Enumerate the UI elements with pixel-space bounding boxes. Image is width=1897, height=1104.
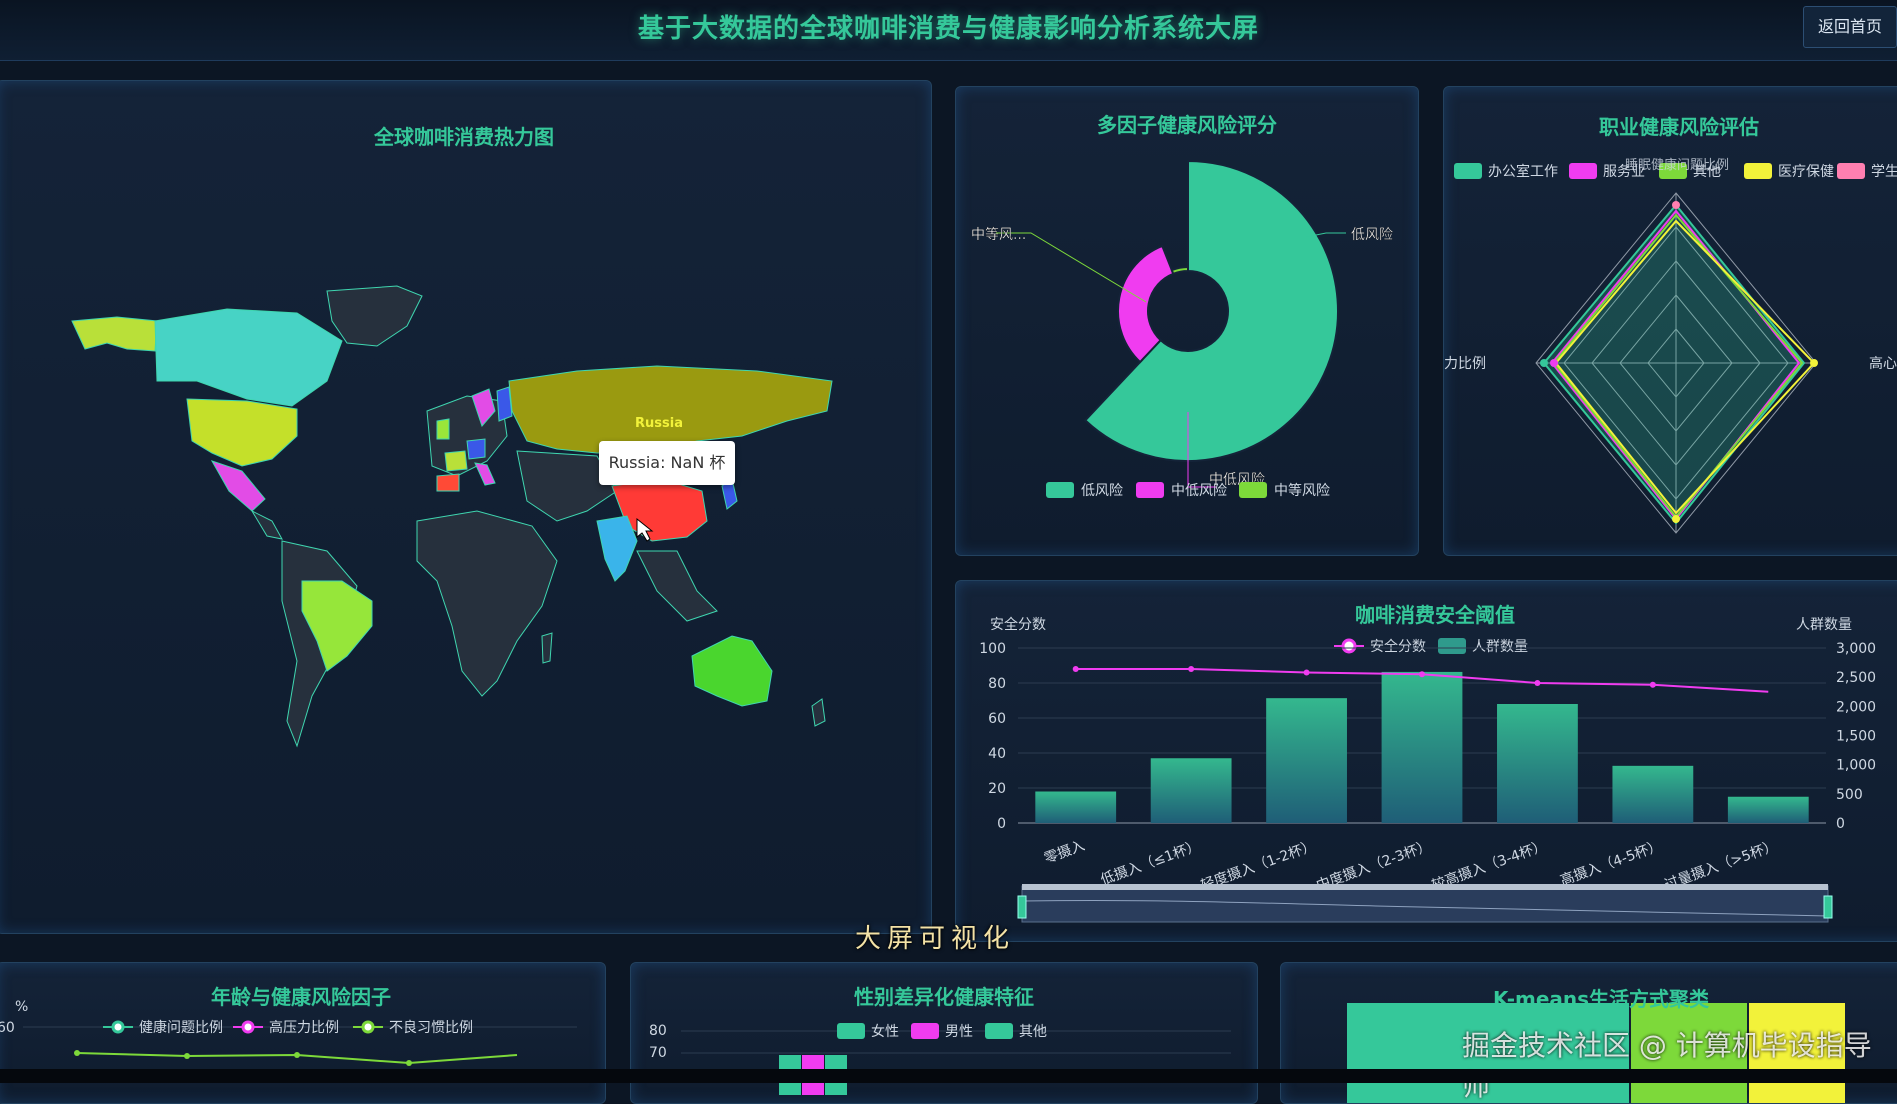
legend-student: 学生 — [1871, 164, 1897, 180]
label-medium-risk: 中等风... — [971, 226, 1026, 243]
legend-health-issues: 健康问题比例 — [139, 1019, 223, 1036]
threshold-panel: 咖啡消费安全阈值 安全分数 人群数量 安全分数 人群数量 100 80 60 40 20… — [955, 580, 1897, 942]
gender-tick-80: 80 — [649, 1023, 667, 1039]
left-tick-label: 80 — [988, 676, 1006, 692]
threshold-chart: 安全分数 人群数量 安全分数 人群数量 100 80 60 40 20 0 3,000 2,… — [979, 616, 1876, 923]
population-bar[interactable] — [1612, 765, 1694, 823]
bottom-bar — [0, 1069, 1897, 1083]
legend-other-gender: 其他 — [1019, 1024, 1047, 1040]
left-axis-title: 安全分数 — [990, 616, 1046, 633]
risk-panel: 多因子健康风险评分 中等风... 低风险 中低风险 低风险 中低风险 中等风险 — [955, 86, 1419, 556]
safety-score-point[interactable] — [1419, 671, 1425, 678]
region-central-america — [250, 509, 283, 540]
safety-score-point[interactable] — [1072, 666, 1079, 672]
legend-bad-habits: 不良习惯比例 — [389, 1019, 473, 1036]
right-tick-label: 1,500 — [1836, 729, 1876, 745]
radar-series-office — [1542, 203, 1806, 525]
right-tick-label: 2,500 — [1836, 670, 1876, 686]
radar-axis-right: 高心 — [1869, 355, 1897, 372]
home-button[interactable]: 返回首页 — [1803, 6, 1897, 48]
age-unit-label: % — [15, 999, 28, 1015]
right-tick-label: 3,000 — [1836, 641, 1876, 657]
risk-legend[interactable]: 低风险 中低风险 中等风险 — [1046, 482, 1330, 499]
kmeans-panel-title: K-means生活方式聚类 — [1492, 987, 1710, 1011]
population-bar[interactable] — [1727, 796, 1809, 823]
region-nz — [811, 698, 826, 727]
region-canada — [154, 308, 343, 407]
region-greenland — [326, 285, 423, 347]
safety-score-point[interactable] — [1649, 681, 1656, 688]
right-tick-label: 0 — [1836, 816, 1845, 832]
legend-population: 人群数量 — [1472, 639, 1528, 655]
population-bar[interactable] — [1035, 791, 1117, 824]
right-tick-label: 2,000 — [1836, 699, 1876, 715]
left-tick-label: 60 — [988, 711, 1006, 727]
legend-office: 办公室工作 — [1488, 163, 1558, 180]
legend-safety-score: 安全分数 — [1370, 638, 1426, 655]
left-tick-label: 20 — [988, 781, 1006, 797]
zoom-handle-right — [1823, 895, 1833, 919]
legend-high-stress: 高压力比例 — [269, 1019, 339, 1036]
region-australia — [691, 635, 773, 707]
population-bar[interactable] — [1266, 698, 1347, 823]
label-low-risk: 低风险 — [1351, 227, 1393, 243]
left-tick-label: 40 — [988, 746, 1006, 762]
legend-female: 女性 — [871, 1023, 899, 1040]
region-france — [444, 450, 468, 472]
x-category-label: 低摄入（≤1杯） — [1099, 838, 1203, 889]
population-bar[interactable] — [1150, 758, 1232, 823]
radar-axis-left: 力比例 — [1444, 356, 1486, 372]
region-spain — [436, 473, 460, 492]
legend-medium-risk: 中等风险 — [1274, 482, 1330, 499]
age-legend[interactable]: 健康问题比例 高压力比例 不良习惯比例 — [103, 1019, 473, 1036]
occupation-radar-chart: 办公室工作 服务业 其他 医疗保健 学生 睡眠健康问题比例 力比例 高心 — [1444, 157, 1897, 534]
region-madagascar — [541, 632, 553, 664]
data-zoom-slider[interactable] — [1017, 884, 1833, 923]
left-tick-label: 100 — [979, 641, 1006, 657]
map-tooltip: Russia: NaN 杯 — [599, 441, 735, 485]
x-category-label: 高摄入（4-5杯） — [1558, 837, 1664, 890]
legend-low-risk: 低风险 — [1081, 483, 1123, 499]
region-africa — [416, 510, 558, 697]
risk-donut-chart: 中等风... 低风险 中低风险 低风险 中低风险 中等风险 — [971, 159, 1393, 499]
header-bar: 基于大数据的全球咖啡消费与健康影响分析系统大屏 返回首页 — [0, 0, 1897, 61]
region-mexico — [210, 460, 266, 512]
population-bar[interactable] — [1497, 704, 1578, 823]
region-alaska — [71, 316, 158, 352]
right-tick-label: 1,000 — [1836, 758, 1876, 774]
region-russia — [508, 365, 833, 454]
region-usa — [186, 398, 298, 467]
region-italy — [474, 462, 496, 486]
watermark-text: 大屏可视化 — [855, 924, 1016, 954]
region-germany — [466, 438, 486, 460]
right-axis-title: 人群数量 — [1796, 617, 1852, 633]
world-map[interactable]: Russia — [0, 81, 931, 933]
region-uk — [436, 418, 450, 440]
safety-score-point[interactable] — [1303, 669, 1310, 676]
credit-text: 掘金技术社区 @ 计算机毕设指导师 — [1462, 1029, 1872, 1102]
region-se-asia — [636, 550, 718, 622]
donut-slice[interactable] — [1170, 265, 1189, 276]
legend-mid-low-risk: 中低风险 — [1171, 483, 1227, 499]
occupation-panel: 职业健康风险评估 办公室工作 服务业 其他 医疗保健 学生 睡眠健康问题比例 力… — [1443, 86, 1897, 556]
radar-axis-top: 睡眠健康问题比例 — [1625, 157, 1729, 173]
map-panel: 全球咖啡消费热力图 Russia Russia: NaN 杯 — [0, 80, 932, 934]
safety-score-point[interactable] — [1188, 666, 1195, 672]
threshold-legend[interactable]: 安全分数 人群数量 — [1334, 638, 1528, 655]
safety-score-point[interactable] — [1534, 680, 1541, 686]
population-bar[interactable] — [1381, 671, 1463, 823]
gender-tick-70: 70 — [649, 1045, 667, 1061]
russia-map-label: Russia — [635, 416, 683, 431]
legend-medical: 医疗保健 — [1778, 164, 1834, 180]
region-india — [596, 515, 638, 582]
left-tick-label: 0 — [997, 816, 1006, 832]
page-title: 基于大数据的全球咖啡消费与健康影响分析系统大屏 — [637, 14, 1259, 44]
legend-male: 男性 — [945, 1024, 973, 1040]
age-tick-60: 60 — [0, 1020, 15, 1036]
right-tick-label: 500 — [1836, 787, 1863, 803]
zoom-handle-left — [1017, 895, 1027, 919]
x-category-label: 零摄入 — [1042, 838, 1087, 867]
